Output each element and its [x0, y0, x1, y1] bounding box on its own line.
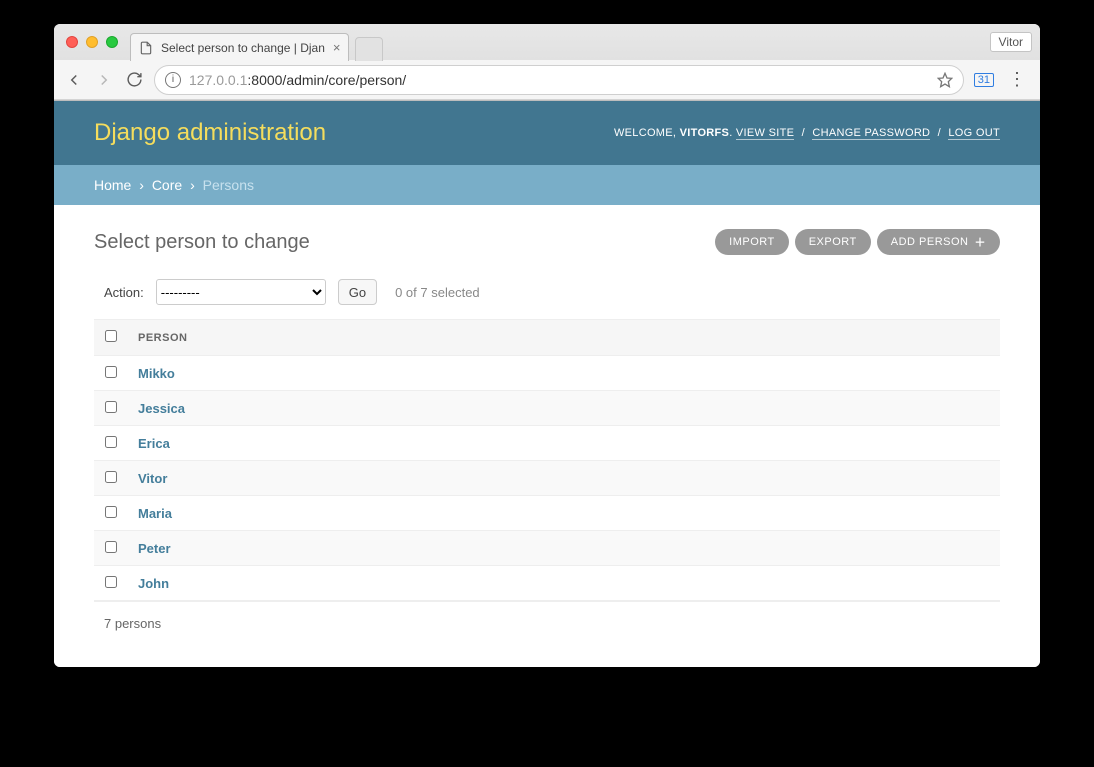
site-info-icon[interactable]: i: [165, 72, 181, 88]
export-label: EXPORT: [809, 236, 857, 248]
view-site-link[interactable]: VIEW SITE: [736, 127, 794, 140]
import-button[interactable]: IMPORT: [715, 229, 789, 255]
back-button[interactable]: [64, 70, 84, 90]
row-select-cell: [94, 496, 128, 531]
action-label: Action:: [104, 285, 144, 300]
forward-button[interactable]: [94, 70, 114, 90]
toolbar: i 127.0.0.1:8000/admin/core/person/ 31 ⋮: [54, 60, 1040, 100]
close-icon[interactable]: ×: [333, 40, 341, 55]
table-row: Erica: [94, 426, 1000, 461]
selection-count: 0 of 7 selected: [395, 285, 480, 300]
table-body: Mikko Jessica Erica Vitor Maria Peter John: [94, 356, 1000, 601]
window-zoom-icon[interactable]: [106, 36, 118, 48]
row-select-cell: [94, 426, 128, 461]
site-title[interactable]: Django administration: [94, 119, 326, 147]
page-head: Select person to change IMPORT EXPORT AD…: [94, 229, 1000, 255]
address-bar[interactable]: i 127.0.0.1:8000/admin/core/person/: [154, 65, 964, 95]
window-close-icon[interactable]: [66, 36, 78, 48]
paginator: 7 persons: [94, 601, 1000, 631]
select-all-header: [94, 320, 128, 356]
row-checkbox[interactable]: [105, 506, 117, 518]
url-host: 127.0.0.1: [189, 72, 247, 88]
row-select-cell: [94, 531, 128, 566]
person-link[interactable]: Peter: [138, 541, 171, 556]
person-link[interactable]: Mikko: [138, 366, 175, 381]
browser-chrome: Select person to change | Djan × Vitor i…: [54, 24, 1040, 101]
table-row: Peter: [94, 531, 1000, 566]
breadcrumb-current: Persons: [203, 177, 254, 193]
object-tools: IMPORT EXPORT ADD PERSON ＋: [715, 229, 1000, 255]
select-all-checkbox[interactable]: [105, 330, 117, 342]
person-link[interactable]: Vitor: [138, 471, 167, 486]
row-name-cell: Mikko: [128, 356, 1000, 391]
person-link[interactable]: Erica: [138, 436, 170, 451]
logout-link[interactable]: LOG OUT: [948, 127, 1000, 140]
row-name-cell: John: [128, 566, 1000, 601]
row-name-cell: Jessica: [128, 391, 1000, 426]
row-select-cell: [94, 566, 128, 601]
profile-badge[interactable]: Vitor: [990, 32, 1032, 52]
browser-menu-icon[interactable]: ⋮: [1004, 69, 1030, 90]
row-select-cell: [94, 356, 128, 391]
reload-button[interactable]: [124, 70, 144, 90]
user-tools: WELCOME, VITORFS. VIEW SITE / CHANGE PAS…: [614, 127, 1000, 139]
django-header: Django administration WELCOME, VITORFS. …: [54, 101, 1040, 165]
row-checkbox[interactable]: [105, 366, 117, 378]
add-person-button[interactable]: ADD PERSON ＋: [877, 229, 1000, 255]
breadcrumbs: Home › Core › Persons: [54, 165, 1040, 205]
browser-tab[interactable]: Select person to change | Djan ×: [130, 33, 349, 61]
row-checkbox[interactable]: [105, 541, 117, 553]
url-text: 127.0.0.1:8000/admin/core/person/: [189, 72, 406, 88]
row-checkbox[interactable]: [105, 436, 117, 448]
row-name-cell: Erica: [128, 426, 1000, 461]
window-minimize-icon[interactable]: [86, 36, 98, 48]
row-checkbox[interactable]: [105, 576, 117, 588]
add-label: ADD PERSON: [891, 236, 969, 248]
row-name-cell: Vitor: [128, 461, 1000, 496]
column-person[interactable]: PERSON: [128, 320, 1000, 356]
page-title: Select person to change: [94, 231, 310, 254]
import-label: IMPORT: [729, 236, 775, 248]
url-path: :8000/admin/core/person/: [247, 72, 406, 88]
person-link[interactable]: John: [138, 576, 169, 591]
row-select-cell: [94, 461, 128, 496]
action-select[interactable]: ---------: [156, 279, 326, 305]
page-icon: [139, 41, 153, 55]
row-select-cell: [94, 391, 128, 426]
results-table: PERSON Mikko Jessica Erica Vitor Maria Peter J…: [94, 319, 1000, 601]
traffic-lights: [62, 36, 118, 48]
row-checkbox[interactable]: [105, 471, 117, 483]
export-button[interactable]: EXPORT: [795, 229, 871, 255]
content: Select person to change IMPORT EXPORT AD…: [54, 205, 1040, 667]
row-checkbox[interactable]: [105, 401, 117, 413]
actions-bar: Action: --------- Go 0 of 7 selected: [94, 271, 1000, 319]
person-link[interactable]: Jessica: [138, 401, 185, 416]
tab-bar: Select person to change | Djan ×: [130, 24, 990, 60]
person-link[interactable]: Maria: [138, 506, 172, 521]
breadcrumb-home[interactable]: Home: [94, 177, 131, 193]
browser-window: Select person to change | Djan × Vitor i…: [54, 24, 1040, 667]
row-name-cell: Peter: [128, 531, 1000, 566]
table-row: Jessica: [94, 391, 1000, 426]
username: VITORFS: [680, 127, 730, 139]
plus-icon: ＋: [975, 234, 987, 250]
bookmark-icon[interactable]: [937, 72, 953, 88]
table-row: Mikko: [94, 356, 1000, 391]
table-row: Maria: [94, 496, 1000, 531]
titlebar: Select person to change | Djan × Vitor: [54, 24, 1040, 60]
change-password-link[interactable]: CHANGE PASSWORD: [812, 127, 930, 140]
new-tab-button[interactable]: [355, 37, 383, 61]
table-row: Vitor: [94, 461, 1000, 496]
welcome-text: WELCOME,: [614, 127, 676, 139]
row-name-cell: Maria: [128, 496, 1000, 531]
breadcrumb-app[interactable]: Core: [152, 177, 182, 193]
go-button[interactable]: Go: [338, 279, 377, 305]
table-row: John: [94, 566, 1000, 601]
extension-badge[interactable]: 31: [974, 73, 994, 87]
tab-title: Select person to change | Djan: [161, 41, 325, 55]
